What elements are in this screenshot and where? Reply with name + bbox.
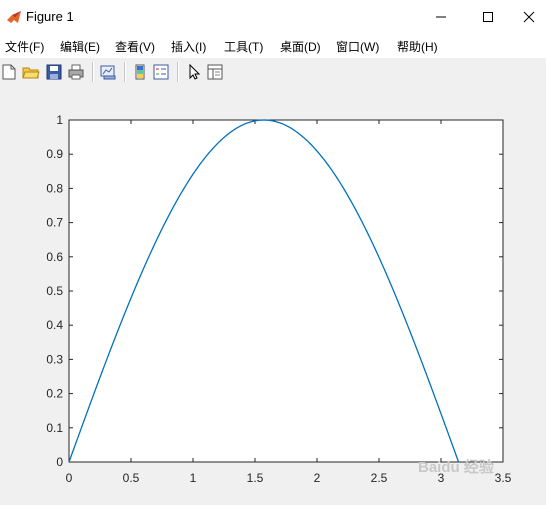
minimize-button[interactable] bbox=[424, 0, 458, 34]
link-plot-icon[interactable] bbox=[99, 63, 117, 81]
toolbar-separator bbox=[92, 62, 94, 82]
close-icon bbox=[523, 11, 535, 23]
y-tick-label: 1 bbox=[56, 113, 63, 127]
menu-insert[interactable]: 插入(I) bbox=[171, 38, 206, 55]
menu-window[interactable]: 窗口(W) bbox=[336, 38, 379, 55]
y-tick-label: 0.1 bbox=[46, 421, 63, 435]
y-tick-label: 0.4 bbox=[46, 318, 63, 332]
open-file-icon[interactable] bbox=[22, 63, 40, 81]
maximize-icon bbox=[483, 12, 493, 22]
insert-colorbar-icon[interactable] bbox=[131, 63, 149, 81]
toolbar-separator bbox=[124, 62, 126, 82]
y-tick-label: 0.7 bbox=[46, 216, 63, 230]
figure-canvas: 0 0.5 1 1.5 2 2.5 3 3.5 0 0.1 0.2 0.3 0.4 0.5 0.6 0.7 0.… bbox=[0, 86, 546, 505]
y-tick-label: 0.6 bbox=[46, 250, 63, 264]
y-tick-label: 0.9 bbox=[46, 147, 63, 161]
insert-legend-icon[interactable] bbox=[152, 63, 170, 81]
menu-help[interactable]: 帮助(H) bbox=[397, 38, 438, 55]
x-tick-label: 2 bbox=[314, 471, 321, 485]
menu-edit[interactable]: 编辑(E) bbox=[60, 38, 100, 55]
toolbar bbox=[0, 58, 546, 86]
minimize-icon bbox=[436, 16, 446, 18]
watermark-text: Baidu 经验 bbox=[418, 459, 494, 476]
x-tick-label: 3.5 bbox=[495, 471, 512, 485]
y-tick-label: 0.8 bbox=[46, 181, 63, 195]
title-bar: Figure 1 bbox=[0, 0, 546, 34]
menu-tools[interactable]: 工具(T) bbox=[224, 38, 263, 55]
maximize-button[interactable] bbox=[471, 0, 505, 34]
line-plot[interactable]: 0 0.5 1 1.5 2 2.5 3 3.500.10.20.30.40.50.60.70.… bbox=[0, 86, 546, 505]
x-tick-label: 0.5 bbox=[123, 471, 140, 485]
x-tick-label: 0 bbox=[66, 471, 73, 485]
menu-bar: 文件(F) 编辑(E) 查看(V) 插入(I) 工具(T) 桌面(D) 窗口(W… bbox=[0, 34, 546, 58]
matlab-logo-icon bbox=[7, 11, 21, 23]
new-figure-icon[interactable] bbox=[0, 63, 18, 81]
menu-desktop[interactable]: 桌面(D) bbox=[280, 38, 321, 55]
x-tick-label: 1 bbox=[190, 471, 197, 485]
edit-plot-pointer-icon[interactable] bbox=[185, 63, 203, 81]
print-icon[interactable] bbox=[67, 63, 85, 81]
x-tick-label: 1.5 bbox=[247, 471, 264, 485]
y-tick-label: 0 bbox=[56, 455, 63, 469]
save-icon[interactable] bbox=[45, 63, 63, 81]
toolbar-separator bbox=[177, 62, 179, 82]
property-inspector-icon[interactable] bbox=[206, 63, 224, 81]
y-tick-label: 0.2 bbox=[46, 387, 63, 401]
y-tick-label: 0.5 bbox=[46, 284, 63, 298]
x-tick-label: 2.5 bbox=[371, 471, 388, 485]
menu-view[interactable]: 查看(V) bbox=[115, 38, 155, 55]
menu-file[interactable]: 文件(F) bbox=[5, 38, 44, 55]
close-button[interactable] bbox=[512, 0, 546, 34]
y-tick-label: 0.3 bbox=[46, 352, 63, 366]
window-title: Figure 1 bbox=[26, 9, 74, 24]
